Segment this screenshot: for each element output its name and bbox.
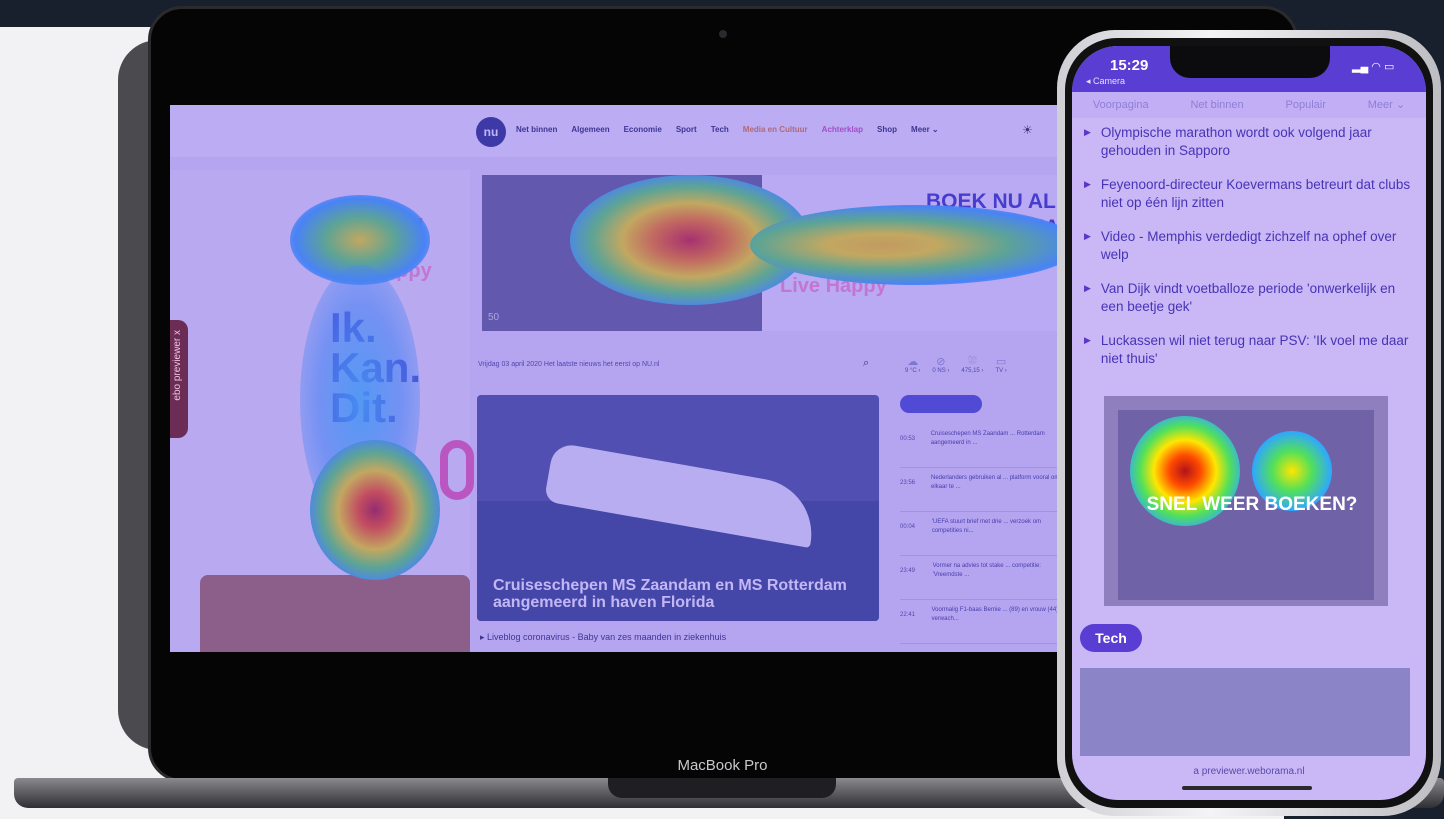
phone-notch — [1170, 46, 1330, 78]
news-row[interactable]: 23:49 Vormer na advies tot stake ... comp… — [900, 562, 1060, 600]
phone-tabs: Voorpagina Net binnen Populair Meer ⌄ — [1072, 92, 1426, 118]
weather-icon: ☁ — [907, 356, 919, 368]
hero-counter: 50 — [488, 312, 500, 323]
nu-logo[interactable]: nu — [476, 117, 506, 147]
section-pill[interactable] — [900, 395, 982, 413]
search-icon[interactable]: ⌕ — [863, 357, 869, 370]
bullet-icon: ▶ — [1084, 283, 1091, 293]
signal-wifi-battery-icon: ▂▄ ◠ ▭ — [1352, 61, 1395, 73]
weather-widgets: ☁ 9 °C › ⊘ 0 NS › ⛆ 475,15 › ▭ TV › — [905, 355, 1007, 374]
date-line: Vrijdag 03 april 2020 Het laatste nieuws… — [478, 361, 660, 368]
tab-net-binnen[interactable]: Net binnen — [1190, 92, 1243, 118]
bullet-icon: ▶ — [1084, 335, 1091, 345]
tech-article-image[interactable] — [1080, 668, 1410, 756]
decorative-shape — [440, 440, 474, 500]
nav-item-economie[interactable]: Economie — [624, 125, 662, 134]
nav-item-shop[interactable]: Shop — [877, 125, 897, 134]
headline-item[interactable]: ▶ Feyenoord-directeur Koevermans betreurt… — [1084, 176, 1416, 212]
news-list: 00:53 Cruiseschepen MS Zaandam ... Rotter… — [900, 430, 1060, 650]
bullet-icon: ▶ — [1084, 179, 1091, 189]
nav-item-meer[interactable]: Meer ⌄ — [911, 125, 939, 134]
phone-status-bar: 15:29 ◂ Camera ▂▄ ◠ ▭ — [1072, 46, 1426, 92]
nav-item-achterklap[interactable]: Achterklap — [822, 125, 863, 134]
nav-item-algemeen[interactable]: Algemeen — [571, 125, 609, 134]
headline-list: ▶ Olympische marathon wordt ook volgend j… — [1084, 124, 1416, 384]
promo-text: SNEL WEER BOEKEN? — [1146, 494, 1358, 515]
headline-item[interactable]: ▶ Olympische marathon wordt ook volgend j… — [1084, 124, 1416, 160]
back-to-camera-link[interactable]: ◂ Camera — [1086, 76, 1125, 87]
tui-smile-logo — [320, 214, 378, 244]
headline-item[interactable]: ▶ Video - Memphis verdedigt zichzelf na o… — [1084, 228, 1416, 264]
news-row[interactable]: 22:41 Voormalig F1-baas Bernie ... (89) e… — [900, 606, 1060, 644]
banner-cta: BOEK NU AL ZOMERVAKA — [926, 190, 1060, 239]
tv-icon: ▭ — [995, 356, 1007, 368]
nav-item-media-en-cultuur[interactable]: Media en Cultuur — [743, 125, 808, 134]
phone-url-bar[interactable]: a previewer.weborama.nl — [1072, 766, 1426, 777]
laptop-screen: nu Net binnen Algemeen Economie Sport Te… — [170, 105, 1060, 652]
news-row[interactable]: 23:56 Nederlanders gebruiken al ... platf… — [900, 474, 1060, 512]
main-story-card[interactable]: Cruiseschepen MS Zaandam en MS Rotterdam… — [477, 395, 879, 621]
site-navigation: nu Net binnen Algemeen Economie Sport Te… — [170, 105, 1060, 157]
news-row[interactable]: 00:04 'UEFA stuurt brief met drie ... ver… — [900, 518, 1060, 556]
headline-item[interactable]: ▶ Van Dijk vindt voetballoze periode 'onw… — [1084, 280, 1416, 316]
stocks-item[interactable]: ⛆ 475,15 › — [961, 355, 983, 374]
news-row[interactable]: 00:53 Cruiseschepen MS Zaandam ... Rotter… — [900, 430, 1060, 468]
section-tech-pill[interactable]: Tech — [1080, 624, 1142, 652]
home-indicator[interactable] — [1182, 786, 1312, 790]
left-ad-tui[interactable]: TUI Live Happy Ik. Kan. Dit. — [170, 170, 474, 652]
tui-brand: TUI — [380, 212, 425, 242]
weather-item[interactable]: ☁ 9 °C › — [905, 355, 920, 374]
main-story-title: Cruiseschepen MS Zaandam en MS Rotterdam… — [493, 577, 847, 611]
ad-headline: Ik. Kan. Dit. — [330, 304, 422, 431]
stocks-icon: ⛆ — [968, 355, 977, 367]
tab-populair[interactable]: Populair — [1286, 92, 1326, 118]
tab-meer[interactable]: Meer ⌄ — [1368, 92, 1405, 118]
laptop-model-label: MacBook Pro — [677, 757, 768, 774]
nav-items: Net binnen Algemeen Economie Sport Tech … — [516, 125, 939, 134]
phone-screen: 15:29 ◂ Camera ▂▄ ◠ ▭ Voorpagina Net bin… — [1072, 46, 1426, 800]
theme-toggle-icon[interactable]: ☀ — [1022, 123, 1036, 137]
headline-item[interactable]: ▶ Luckassen wil niet terug naar PSV: 'Ik … — [1084, 332, 1416, 368]
tab-voorpagina[interactable]: Voorpagina — [1093, 92, 1149, 118]
traffic-icon: ⊘ — [936, 356, 946, 368]
nav-item-sport[interactable]: Sport — [676, 125, 697, 134]
ad-image — [200, 575, 470, 652]
bullet-icon: ▶ — [1084, 231, 1091, 241]
laptop-camera — [719, 30, 727, 38]
tui-slogan: Live Happy — [780, 275, 887, 297]
previewer-side-tab-label: ebo previewer x — [172, 330, 183, 401]
phone-clock: 15:29 — [1110, 57, 1149, 74]
tv-item[interactable]: ▭ TV › — [995, 355, 1006, 374]
nav-item-tech[interactable]: Tech — [711, 125, 729, 134]
bullet-icon: ▶ — [1084, 127, 1091, 137]
nav-item-net-binnen[interactable]: Net binnen — [516, 125, 557, 134]
liveblog-link[interactable]: ▸ Liveblog coronavirus - Baby van zes ma… — [480, 632, 726, 643]
hero-image[interactable] — [482, 175, 762, 331]
laptop-hinge-notch — [608, 778, 836, 798]
tui-slogan: Live Happy — [325, 260, 432, 282]
traffic-item[interactable]: ⊘ 0 NS › — [932, 355, 949, 374]
tui-brand: TUI — [850, 230, 896, 261]
